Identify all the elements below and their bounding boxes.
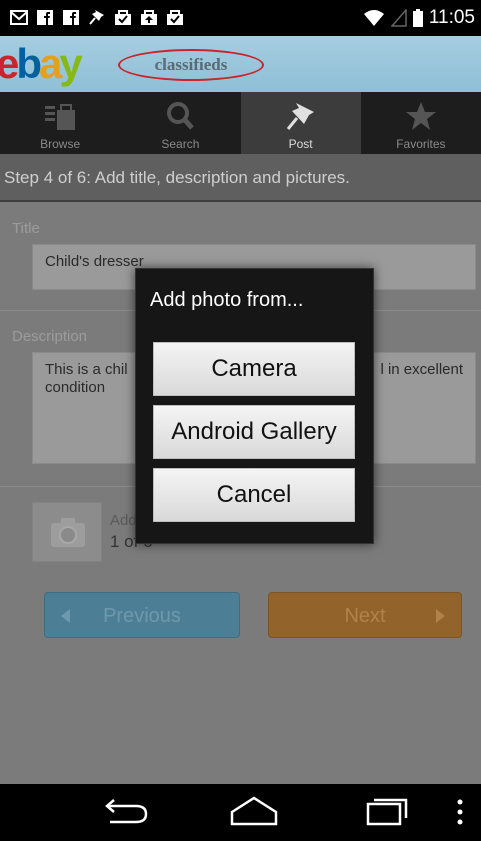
tab-favorites[interactable]: Favorites <box>361 92 481 154</box>
bag-check-icon <box>167 10 183 25</box>
back-icon[interactable] <box>96 792 156 832</box>
android-gallery-option-button[interactable]: Android Gallery <box>153 405 355 459</box>
title-value: Child's dresser <box>45 253 144 270</box>
tab-search[interactable]: Search <box>120 92 240 154</box>
next-label: Next <box>344 605 386 627</box>
notification-icons <box>10 9 184 26</box>
logo-letter-y: y <box>59 40 82 87</box>
left-arrow-icon <box>61 609 70 623</box>
step-indicator: Step 4 of 6: Add title, description and … <box>0 154 481 202</box>
right-arrow-icon <box>436 609 445 623</box>
pin-icon <box>89 10 104 25</box>
dialog-title: Add photo from... <box>150 289 304 311</box>
next-button[interactable]: Next <box>268 592 462 638</box>
description-label: Description <box>12 328 88 345</box>
tab-label: Post <box>288 137 313 151</box>
add-photo-dialog: Add photo from... Camera Android Gallery… <box>135 268 374 544</box>
status-bar: 11:05 <box>0 0 481 36</box>
tab-label: Browse <box>40 137 81 151</box>
facebook-icon <box>63 10 79 25</box>
navigation-bar <box>0 784 481 841</box>
description-text-end: l in excellent <box>380 361 463 378</box>
signal-icon <box>390 9 407 27</box>
search-icon <box>167 102 195 130</box>
tab-post[interactable]: Post <box>240 92 361 154</box>
photos-label: Add <box>110 512 137 529</box>
overflow-menu-icon[interactable] <box>448 792 472 832</box>
bag-check-icon <box>115 10 131 25</box>
previous-button[interactable]: Previous <box>44 592 240 638</box>
wifi-icon <box>363 10 384 26</box>
tab-browse[interactable]: Browse <box>0 92 120 154</box>
camera-option-button[interactable]: Camera <box>153 342 355 396</box>
tab-bar: Browse Search Post Favorites <box>0 92 481 154</box>
camera-icon <box>51 518 85 547</box>
clock: 11:05 <box>428 7 475 28</box>
pin-icon <box>286 103 314 130</box>
classifieds-badge: classifieds <box>118 49 264 81</box>
logo-letter-a: a <box>39 40 62 87</box>
previous-label: Previous <box>103 605 181 627</box>
description-text-start: This is a chil <box>45 361 128 378</box>
app-header: ebay classifieds <box>0 36 481 92</box>
description-text-line2: condition <box>45 379 106 396</box>
tab-label: Search <box>161 137 200 151</box>
facebook-icon <box>37 10 53 25</box>
add-photo-button[interactable] <box>32 502 102 562</box>
bag-upload-icon <box>141 10 157 25</box>
logo-letter-e: e <box>0 40 19 87</box>
tab-label: Favorites <box>396 137 446 151</box>
ebay-logo: ebay <box>0 40 83 87</box>
recent-apps-icon[interactable] <box>356 792 416 832</box>
logo-letter-b: b <box>16 40 42 87</box>
star-icon <box>405 102 436 130</box>
home-icon[interactable] <box>224 792 284 832</box>
battery-icon <box>412 9 423 27</box>
shopping-bag-icon <box>45 104 76 130</box>
cancel-option-button[interactable]: Cancel <box>153 468 355 522</box>
gmail-icon <box>10 10 28 25</box>
title-label: Title <box>12 220 40 237</box>
